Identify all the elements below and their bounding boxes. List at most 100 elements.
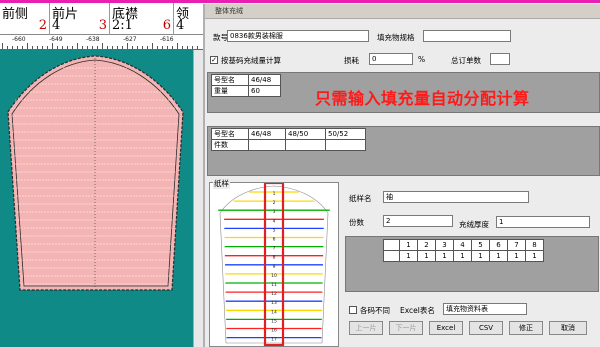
strip-number: 15 — [271, 318, 277, 324]
ruler-tick — [17, 46, 18, 49]
layer-value-cell[interactable]: 1 — [489, 250, 508, 262]
piece-count: 2 — [38, 18, 47, 33]
layer-value-cell[interactable]: 1 — [435, 250, 454, 262]
promo-banner: 只需输入填充量自动分配计算 — [315, 89, 530, 108]
strip-number: 14 — [271, 309, 277, 315]
loss-field[interactable]: 0 — [369, 53, 413, 65]
ruler-tick — [142, 46, 143, 49]
pattern-preview-title: 纸样 — [213, 178, 230, 189]
layer-value-cell[interactable]: 1 — [507, 250, 526, 262]
ruler-tick — [77, 43, 78, 49]
ruler-tick — [107, 46, 108, 49]
layer-table: 12345678 11111111 — [383, 239, 544, 262]
piece-count: 6 — [162, 18, 171, 33]
base-cell: 号型名 — [211, 74, 249, 86]
total-order-field[interactable] — [490, 53, 510, 65]
sleeve-pattern-piece[interactable] — [0, 50, 193, 347]
ruler-tick — [127, 43, 128, 49]
ruler-tick — [192, 46, 193, 49]
paper-name-field[interactable]: 袖 — [383, 191, 529, 203]
cad-canvas[interactable] — [0, 50, 203, 347]
piece-cell-front-side[interactable]: 前侧 2 — [0, 3, 50, 35]
thickness-label: 充绒厚度 — [459, 220, 489, 229]
count-input-cell[interactable] — [325, 139, 366, 151]
size-cell: 50/52 — [325, 128, 366, 140]
weight-input-cell[interactable]: 60 — [248, 85, 281, 97]
ruler-tick — [52, 43, 53, 49]
layer-value-cell[interactable]: 1 — [399, 250, 418, 262]
vertical-scrollbar[interactable] — [193, 50, 203, 347]
ruler-tick — [27, 43, 28, 49]
ruler-tick — [152, 43, 153, 49]
ruler-tick — [72, 46, 73, 49]
strip-number: 6 — [273, 237, 276, 243]
next-piece-button[interactable]: 下一片 — [389, 321, 423, 335]
by-size-label: 按基码充绒量计算 — [221, 56, 281, 65]
ruler-tick — [122, 46, 123, 49]
ruler-tick — [2, 43, 3, 49]
ruler-label: -638 — [86, 36, 100, 43]
ruler-tick — [117, 46, 118, 49]
ruler-tick — [102, 43, 103, 49]
strip-number: 13 — [271, 300, 277, 306]
strip-number: 17 — [271, 337, 277, 343]
diff-size-checkbox[interactable] — [349, 306, 357, 314]
size-cell: 件数 — [211, 139, 249, 151]
layer-header-cell: 2 — [417, 239, 436, 251]
excel-name-label: Excel表名 — [400, 306, 435, 315]
size-cell: 46/48 — [248, 128, 286, 140]
layer-value-cell[interactable]: 1 — [453, 250, 472, 262]
correct-button[interactable]: 修正 — [509, 321, 543, 335]
layer-value-cell[interactable]: 1 — [417, 250, 436, 262]
base-cell: 重量 — [211, 85, 249, 97]
layer-value-cell[interactable]: 1 — [525, 250, 544, 262]
count-field[interactable]: 2 — [383, 215, 453, 227]
screen: 前侧 2 前片 4 3 底襟 2:1 6 领 4 -660 -649 -638 … — [0, 0, 600, 347]
ruler-tick — [157, 46, 158, 49]
ruler-tick — [177, 43, 178, 49]
ruler-label: -627 — [123, 36, 137, 43]
ruler-tick — [82, 46, 83, 49]
excel-button[interactable]: Excel — [429, 321, 463, 335]
ruler-label: -616 — [160, 36, 174, 43]
piece-cell-collar[interactable]: 领 4 — [174, 3, 203, 35]
by-size-checkbox[interactable]: ✓ — [210, 56, 218, 64]
ruler-tick — [87, 46, 88, 49]
pattern-preview[interactable]: 1234567891011121314151617 — [210, 181, 338, 347]
ruler-tick — [47, 46, 48, 49]
dialog-title-bar[interactable]: 整体充绒 — [205, 4, 600, 19]
ruler-tick — [7, 46, 8, 49]
ruler-tick — [92, 46, 93, 49]
piece-cell-front[interactable]: 前片 4 3 — [50, 3, 110, 35]
thickness-field[interactable]: 1 — [496, 216, 590, 228]
ruler-tick — [32, 46, 33, 49]
ruler-tick — [137, 46, 138, 49]
layer-corner-cell — [383, 250, 400, 262]
excel-name-field[interactable]: 填充物资料表 — [443, 303, 527, 315]
ruler-tick — [182, 46, 183, 49]
strip-number: 10 — [271, 273, 277, 279]
strip-number: 5 — [273, 227, 276, 233]
csv-button[interactable]: CSV — [469, 321, 503, 335]
piece-ratio: 2:1 — [112, 18, 133, 33]
layer-header-cell: 4 — [453, 239, 472, 251]
count-input-cell[interactable] — [248, 139, 286, 151]
layer-header-cell: 7 — [507, 239, 526, 251]
base-cell: 46/48 — [248, 74, 281, 86]
layer-header-cell: 8 — [525, 239, 544, 251]
ruler-label: -649 — [49, 36, 63, 43]
layer-value-cell[interactable]: 1 — [471, 250, 490, 262]
spec-field[interactable] — [423, 30, 511, 42]
piece-cell-placket[interactable]: 底襟 2:1 6 — [110, 3, 174, 35]
piece-header-row: 前侧 2 前片 4 3 底襟 2:1 6 领 4 — [0, 3, 203, 35]
layer-header-cell: 5 — [471, 239, 490, 251]
ruler-tick — [147, 46, 148, 49]
style-label: 款号 — [213, 33, 228, 42]
strip-number: 9 — [273, 264, 276, 270]
prev-piece-button[interactable]: 上一片 — [349, 321, 383, 335]
count-input-cell[interactable] — [285, 139, 326, 151]
style-field[interactable]: 0836款男装棉服 — [227, 30, 369, 42]
cancel-button[interactable]: 取消 — [549, 321, 587, 335]
size-count-table: 号型名 46/48 48/50 50/52 件数 — [211, 128, 366, 151]
strip-number: 7 — [273, 246, 276, 252]
